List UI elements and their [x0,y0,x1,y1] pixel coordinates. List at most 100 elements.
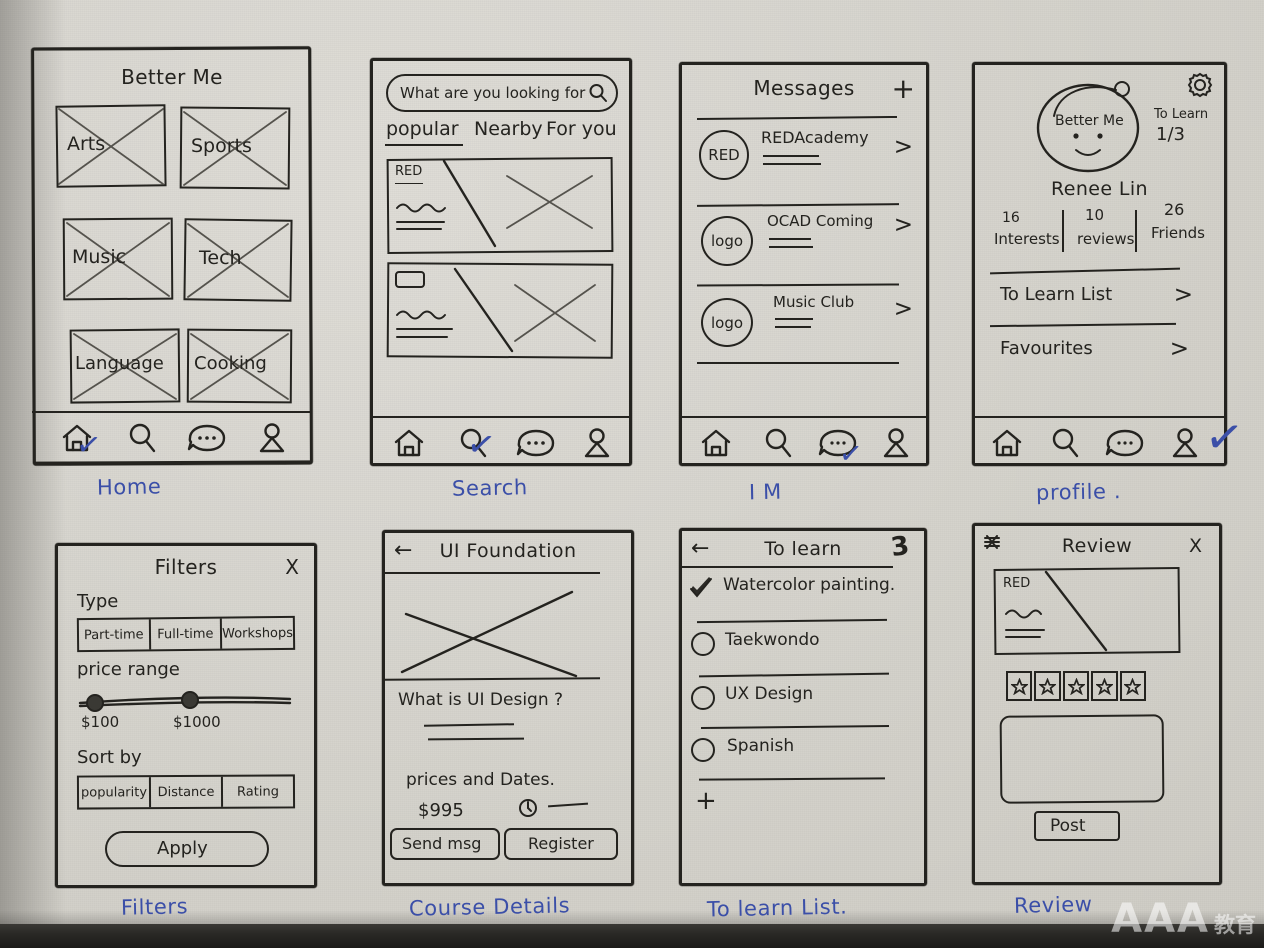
course-heading: What is UI Design ? [398,690,564,710]
apply-button[interactable]: Apply [105,831,269,867]
star-icon[interactable] [1062,671,1090,701]
screen-caption-filters: Filters [120,894,189,920]
category-tile-sports[interactable]: Sports [179,106,291,190]
active-filter-underline [385,144,463,146]
type-option-workshops[interactable]: Workshops [222,618,293,649]
count-badge: 3 [888,530,911,564]
type-option-full-time[interactable]: Full-time [150,618,223,650]
chevron-right-icon[interactable]: > [894,134,913,160]
category-tile-cooking[interactable]: Cooking [186,328,293,404]
add-item-button[interactable]: + [695,786,717,816]
star-icon[interactable] [1006,671,1033,701]
search-input[interactable]: What are you looking for [386,74,618,112]
screen-caption-to-learn-list: To learn List. [706,894,848,922]
screen-course-details: ← UI Foundation What is UI Design ? pric… [382,530,634,921]
sort-option-popularity[interactable]: popularity [78,777,152,808]
post-label: Post [1050,816,1086,836]
list-item-label: Spanish [727,736,795,756]
filter-tab-nearby[interactable]: Nearby [474,118,543,140]
category-tile-arts[interactable]: Arts [55,104,167,188]
gear-icon[interactable] [1185,70,1215,100]
list-item[interactable]: Spanish [679,734,927,776]
register-button[interactable]: Register [504,828,618,860]
close-icon[interactable]: X [285,555,299,579]
checkbox-icon[interactable] [691,686,715,710]
result-card-1[interactable]: RED [386,157,614,254]
checkbox-icon[interactable] [691,632,715,656]
active-tab-check: ✓ [463,422,499,468]
sort-option-distance[interactable]: Distance [150,776,224,808]
home-icon[interactable] [990,426,1024,460]
avatar[interactable]: Better Me [1034,78,1142,174]
stat-divider [1135,210,1137,252]
search-icon[interactable] [761,426,795,460]
home-icon[interactable] [392,426,426,460]
chevron-right-icon[interactable]: > [894,296,913,322]
star-icon[interactable] [1119,671,1147,701]
message-preview-line [763,155,819,157]
list-item[interactable]: Watercolor painting. [679,572,927,614]
chevron-right-icon[interactable]: > [1174,282,1193,308]
message-row[interactable]: RED REDAcademy > [679,122,929,200]
card-label-underline [395,183,423,184]
screen-caption-messages: I M [748,479,783,505]
star-icon[interactable] [1034,671,1061,701]
price-range-slider[interactable]: $100 $1000 [77,691,293,731]
home-icon[interactable] [699,426,733,460]
avatar: logo [701,298,753,347]
category-tile-tech[interactable]: Tech [183,218,293,302]
filter-tab-for-you[interactable]: For you [546,118,617,140]
send-message-button[interactable]: Send msg [390,828,500,860]
result-card-2[interactable] [386,262,614,359]
avatar-label: logo [710,313,744,332]
category-label: Arts [67,133,106,155]
stats-row: 16 Interests 10 reviews 26 Friends [972,200,1227,258]
category-tile-music[interactable]: Music [62,217,174,301]
chevron-right-icon[interactable]: > [894,212,913,238]
category-label: Language [75,353,164,374]
screen-profile: Better Me To Learn 1/3 Renee Lin 16 Inte… [972,62,1247,505]
list-item[interactable]: Taekwondo [679,628,927,670]
chevron-right-icon[interactable]: > [1170,336,1189,362]
screen-caption-course-details: Course Details [408,893,571,921]
profile-icon[interactable] [879,426,913,460]
filters-title: Filters [154,555,218,579]
star-icon[interactable] [1091,671,1118,701]
category-tile-language[interactable]: Language [69,328,181,404]
avatar-label: RED [708,146,740,164]
new-message-button[interactable]: + [892,72,915,105]
review-course-card[interactable]: RED [993,567,1181,655]
search-icon[interactable] [125,421,159,455]
message-row[interactable]: logo Music Club > [679,290,929,366]
message-row[interactable]: logo OCAD Coming > [679,210,929,286]
profile-icon[interactable] [1168,426,1202,460]
type-segmented-control[interactable]: Part-time Full-time Workshops [76,615,296,653]
menu-item-to-learn-list[interactable]: To Learn List > [972,278,1227,322]
search-icon[interactable] [1048,426,1082,460]
chat-icon[interactable] [187,421,227,455]
message-name: OCAD Coming [767,212,874,230]
close-icon[interactable]: X [1189,535,1202,557]
sort-option-rating[interactable]: Rating [223,776,293,806]
post-button[interactable]: Post [1034,811,1120,841]
filter-tab-popular[interactable]: popular [386,118,459,140]
screen-caption-search: Search [451,475,528,501]
list-item[interactable]: UX Design [679,682,927,724]
profile-icon[interactable] [255,421,289,455]
menu-item-favourites[interactable]: Favourites > [972,332,1227,376]
course-image-placeholder [384,574,606,680]
review-textarea[interactable] [999,714,1165,804]
checkbox-icon[interactable] [691,738,715,762]
price-range-label: price range [77,659,180,680]
profile-icon[interactable] [580,426,614,460]
sort-segmented-control[interactable]: popularity Distance Rating [76,774,296,810]
star-rating[interactable] [1006,671,1147,701]
chat-icon[interactable] [1105,426,1145,460]
checkbox-checked-icon[interactable] [689,576,713,600]
type-option-part-time[interactable]: Part-time [78,619,151,651]
chat-icon[interactable] [516,426,556,460]
course-price: $995 [418,800,464,821]
menu-label: To Learn List [1000,284,1113,305]
avatar-label: logo [710,232,744,250]
stat-value: 10 [1085,206,1105,224]
